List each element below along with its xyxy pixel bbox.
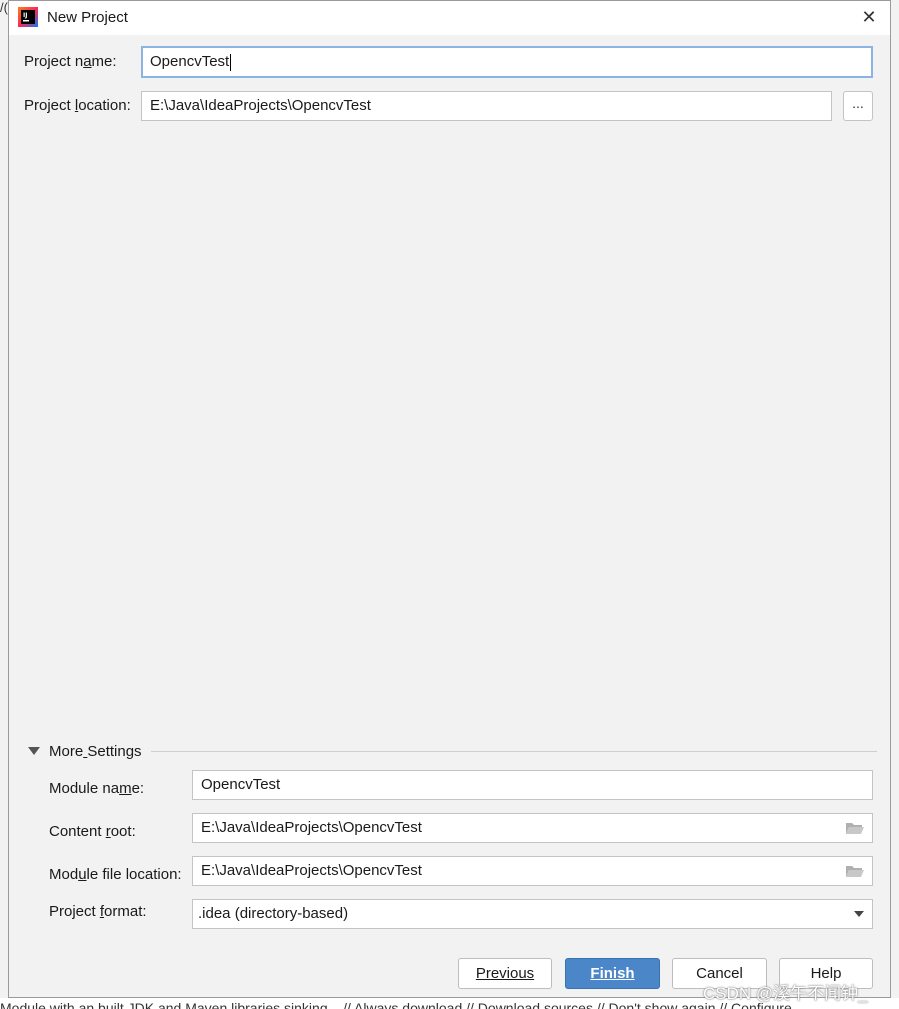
folder-icon[interactable] xyxy=(846,822,864,835)
content-root-label: Content root: xyxy=(49,823,136,840)
close-button[interactable]: ✕ xyxy=(854,3,884,31)
browse-location-button[interactable]: ... xyxy=(843,91,873,121)
project-location-input[interactable]: E:\Java\IdeaProjects\OpencvTest xyxy=(141,91,832,121)
more-settings-divider xyxy=(151,751,877,752)
project-location-value: E:\Java\IdeaProjects\OpencvTest xyxy=(150,97,371,114)
folder-icon[interactable] xyxy=(846,865,864,878)
project-format-label: Project format: xyxy=(49,903,147,920)
finish-button[interactable]: Finish xyxy=(565,958,660,989)
svg-text:IJ: IJ xyxy=(23,12,27,19)
project-location-label: Project location: xyxy=(24,97,131,114)
module-file-location-label: Module file location: xyxy=(49,866,182,883)
more-settings-toggle[interactable]: More Settings xyxy=(49,743,142,760)
finish-label: Finish xyxy=(590,965,635,982)
expand-triangle-icon[interactable] xyxy=(28,747,40,755)
project-format-select[interactable]: .idea (directory-based) xyxy=(192,899,873,929)
close-icon: ✕ xyxy=(861,7,877,27)
content-root-input[interactable]: E:\Java\IdeaProjects\OpencvTest xyxy=(192,813,873,843)
project-name-label: Project name: xyxy=(24,53,117,70)
dialog-title: New Project xyxy=(47,9,128,26)
background-ide-gutter: /( xyxy=(0,0,8,1009)
module-name-input[interactable]: OpencvTest xyxy=(192,770,873,800)
module-name-label: Module name: xyxy=(49,780,145,797)
previous-label: Previous xyxy=(475,965,535,982)
background-ide-right xyxy=(891,0,899,1000)
background-glyph: /( xyxy=(0,0,8,15)
project-name-value: OpencvTest xyxy=(150,53,230,70)
intellij-idea-icon: IJ xyxy=(18,7,38,27)
watermark: CSDN @溪午不闻钟_ xyxy=(703,984,868,1003)
project-name-input[interactable]: OpencvTest xyxy=(141,46,873,78)
previous-button[interactable]: Previous xyxy=(458,958,552,989)
module-file-location-value: E:\Java\IdeaProjects\OpencvTest xyxy=(201,862,422,879)
project-format-value: .idea (directory-based) xyxy=(198,905,349,922)
new-project-dialog: IJ New Project ✕ Project name: OpencvTes… xyxy=(8,0,891,998)
text-caret xyxy=(230,53,232,71)
module-file-location-input[interactable]: E:\Java\IdeaProjects\OpencvTest xyxy=(192,856,873,886)
chevron-down-icon xyxy=(854,911,864,917)
content-root-value: E:\Java\IdeaProjects\OpencvTest xyxy=(201,819,422,836)
module-name-value: OpencvTest xyxy=(201,776,281,793)
title-bar: IJ New Project ✕ xyxy=(9,1,890,35)
